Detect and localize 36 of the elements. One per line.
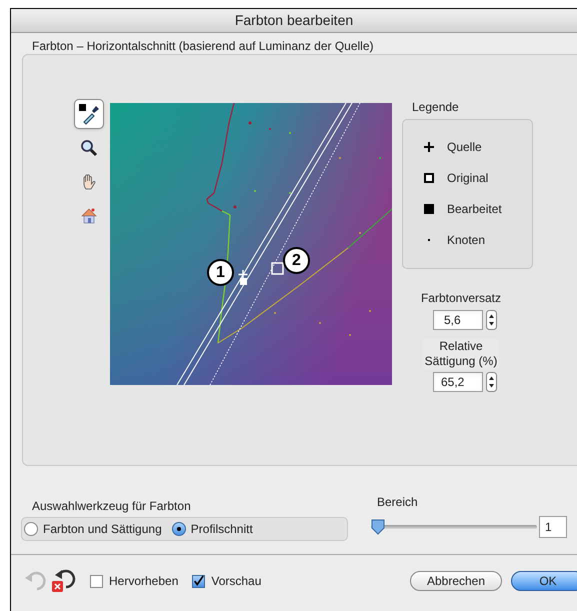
group-title: Auswahlwerkzeug für Farbton bbox=[32, 499, 192, 514]
stepper-button[interactable] bbox=[486, 310, 497, 330]
window-title: Farbton bearbeiten bbox=[234, 11, 354, 30]
radio-option[interactable]: Farbton und Sättigung bbox=[24, 520, 162, 538]
relative-saturation-field[interactable]: 65,2 bbox=[433, 372, 483, 392]
ok-button[interactable]: OK bbox=[511, 571, 577, 591]
radio-button[interactable] bbox=[24, 522, 38, 536]
legend-title: Legende bbox=[412, 100, 460, 114]
hue-offset-field[interactable]: 5,6 bbox=[433, 310, 483, 330]
house-icon bbox=[80, 207, 98, 225]
checkbox-option[interactable]: Vorschau bbox=[192, 572, 262, 590]
legend-label: Bearbeitet bbox=[447, 201, 502, 218]
legend-label: Original bbox=[447, 170, 488, 187]
slider-thumb[interactable] bbox=[371, 519, 385, 535]
stepper-button[interactable] bbox=[486, 372, 497, 392]
plus-icon bbox=[423, 141, 435, 153]
slider-label: Bereich bbox=[377, 495, 419, 510]
field-label: Relative Sättigung (%) bbox=[423, 339, 499, 369]
eyedropper-icon bbox=[78, 103, 100, 125]
reset-icon[interactable] bbox=[51, 568, 77, 594]
radio-option[interactable]: Profilschnitt bbox=[172, 520, 253, 538]
section-title: Farbton – Horizontalschnitt (basierend auf Luminanz der Quelle) bbox=[32, 38, 374, 55]
open-square-icon bbox=[423, 172, 435, 184]
checkbox[interactable] bbox=[192, 574, 206, 588]
search-icon bbox=[80, 139, 98, 157]
filled-square-icon bbox=[423, 203, 435, 215]
radio-button[interactable] bbox=[172, 522, 186, 536]
cancel-button[interactable]: Abbrechen bbox=[410, 571, 502, 591]
legend-label: Knoten bbox=[447, 232, 486, 249]
eyedropper-tool[interactable] bbox=[74, 99, 104, 129]
field-label: Farbtonversatz bbox=[420, 291, 502, 306]
legend-label: Quelle bbox=[447, 139, 482, 156]
range-slider[interactable] bbox=[371, 519, 537, 535]
checkbox[interactable] bbox=[90, 574, 103, 588]
range-field[interactable]: 1 bbox=[539, 516, 567, 538]
checkbox-option[interactable]: Hervorheben bbox=[90, 572, 178, 590]
